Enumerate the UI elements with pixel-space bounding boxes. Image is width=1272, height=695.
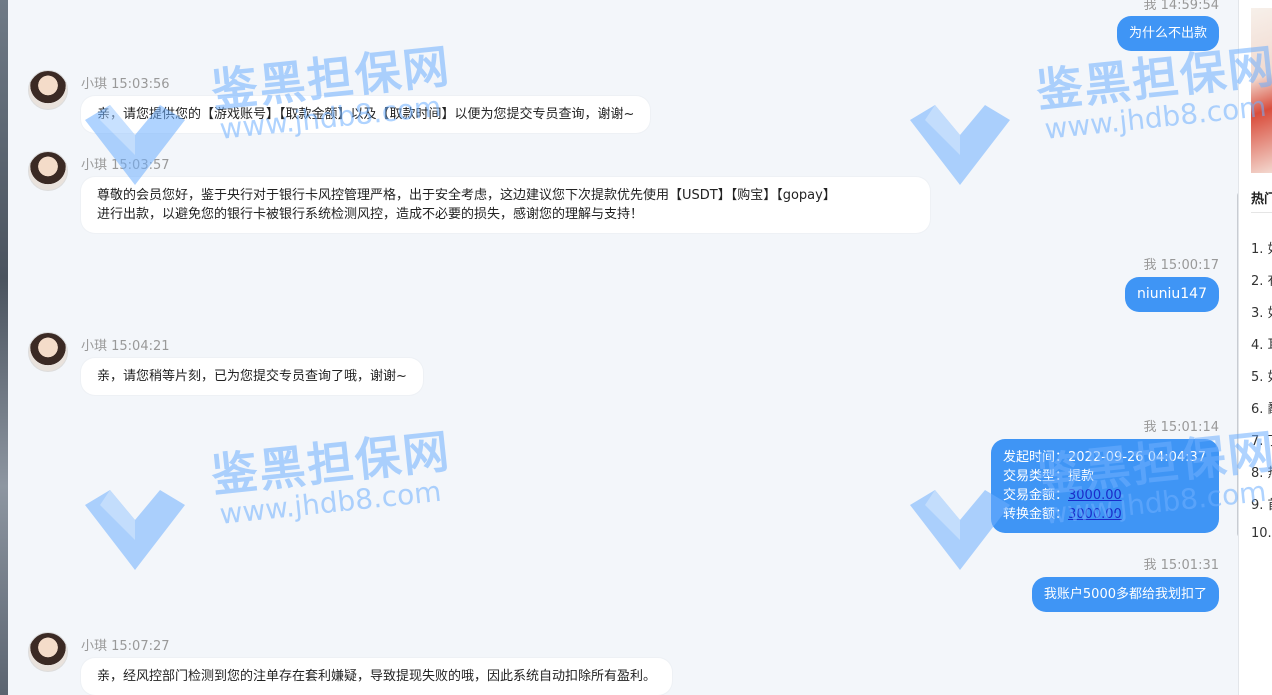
hot-item[interactable]: 6. 鹬 — [1251, 398, 1272, 417]
hot-item[interactable]: 1. 如 — [1251, 238, 1272, 257]
hot-item[interactable]: 3. 如 — [1251, 302, 1272, 321]
message-meta: 小琪 15:03:56 — [81, 77, 170, 92]
message-bubble-outgoing: 我账户5000多都给我划扣了 — [1031, 577, 1219, 612]
agent-avatar — [28, 151, 68, 191]
message-bubble-incoming: 亲，请您稍等片刻，已为您提交专员查询了哦，谢谢~ — [81, 358, 423, 395]
hot-title: 热门 — [1251, 192, 1272, 207]
trade-row-time: 发起时间：2022-09-26 04:04:37 — [1003, 448, 1207, 467]
message-bubble-outgoing: 为什么不出款 — [1116, 16, 1219, 51]
message-meta: 小琪 15:04:21 — [81, 339, 170, 354]
message-bubble-incoming: 亲，请您提供您的【游戏账号】【取款金额】以及【取款时间】以便为您提交专员查询，谢… — [81, 96, 651, 133]
promo-image — [1251, 8, 1272, 173]
hot-item[interactable]: 7. 丁 — [1251, 430, 1272, 449]
message-meta: 我 15:01:31 — [1143, 558, 1219, 573]
hot-item[interactable]: 2. 有 — [1251, 270, 1272, 289]
chat-area[interactable]: 我 14:59:54 为什么不出款 小琪 15:03:56 亲，请您提供您的【游… — [8, 0, 1238, 695]
message-meta: 小琪 15:07:27 — [81, 639, 170, 654]
trade-row-amount: 交易金额：3000.00 — [1003, 486, 1207, 505]
hot-item[interactable]: 5. 如 — [1251, 366, 1272, 385]
hot-item[interactable]: 4. 耳 — [1251, 334, 1272, 353]
message-bubble-incoming: 尊敬的会员您好，鉴于央行对于银行卡风控管理严格，出于安全考虑，这边建议您下次提款… — [81, 177, 930, 233]
message-meta: 小琪 15:03:57 — [81, 158, 170, 173]
agent-avatar — [28, 632, 68, 672]
trade-value: 2022-09-26 04:04:37 — [1068, 450, 1207, 465]
message-meta: 我 15:00:17 — [1143, 258, 1219, 273]
agent-avatar — [28, 70, 68, 110]
hot-item[interactable]: 10. — [1251, 526, 1272, 541]
trade-row-type: 交易类型：提款 — [1003, 467, 1207, 486]
trade-row-converted: 转换金额：3000.00 — [1003, 505, 1207, 524]
message-line: 尊敬的会员您好，鉴于央行对于银行卡风控管理严格，出于安全考虑，这边建议您下次提款… — [97, 188, 836, 203]
hot-item[interactable]: 9. 首 — [1251, 494, 1272, 513]
right-panel: 热门 1. 如 2. 有 3. 如 4. 耳 5. 如 6. 鹬 7. 丁 8.… — [1238, 0, 1272, 695]
agent-avatar — [28, 332, 68, 372]
trade-converted-link[interactable]: 3000.00 — [1068, 507, 1122, 522]
message-line: 进行出款，以避免您的银行卡被银行系统检测风控，造成不必要的损失，感谢您的理解与支… — [97, 207, 644, 222]
message-meta: 我 14:59:54 — [1143, 0, 1219, 13]
trade-label: 交易金额： — [1003, 488, 1069, 503]
trade-value: 提款 — [1068, 469, 1095, 484]
window-edge — [0, 0, 8, 695]
message-meta: 我 15:01:14 — [1143, 420, 1219, 435]
trade-label: 交易类型： — [1003, 469, 1069, 484]
divider — [1251, 212, 1272, 213]
hot-item[interactable]: 8. 热 — [1251, 462, 1272, 481]
trade-amount-link[interactable]: 3000.00 — [1068, 488, 1122, 503]
trade-label: 发起时间： — [1003, 450, 1069, 465]
message-bubble-outgoing: niuniu147 — [1125, 277, 1219, 312]
transaction-card: 发起时间：2022-09-26 04:04:37 交易类型：提款 交易金额：30… — [991, 439, 1219, 533]
trade-label: 转换金额： — [1003, 507, 1069, 522]
message-bubble-incoming: 亲，经风控部门检测到您的注单存在套利嫌疑，导致提现失败的哦，因此系统自动扣除所有… — [81, 658, 673, 695]
